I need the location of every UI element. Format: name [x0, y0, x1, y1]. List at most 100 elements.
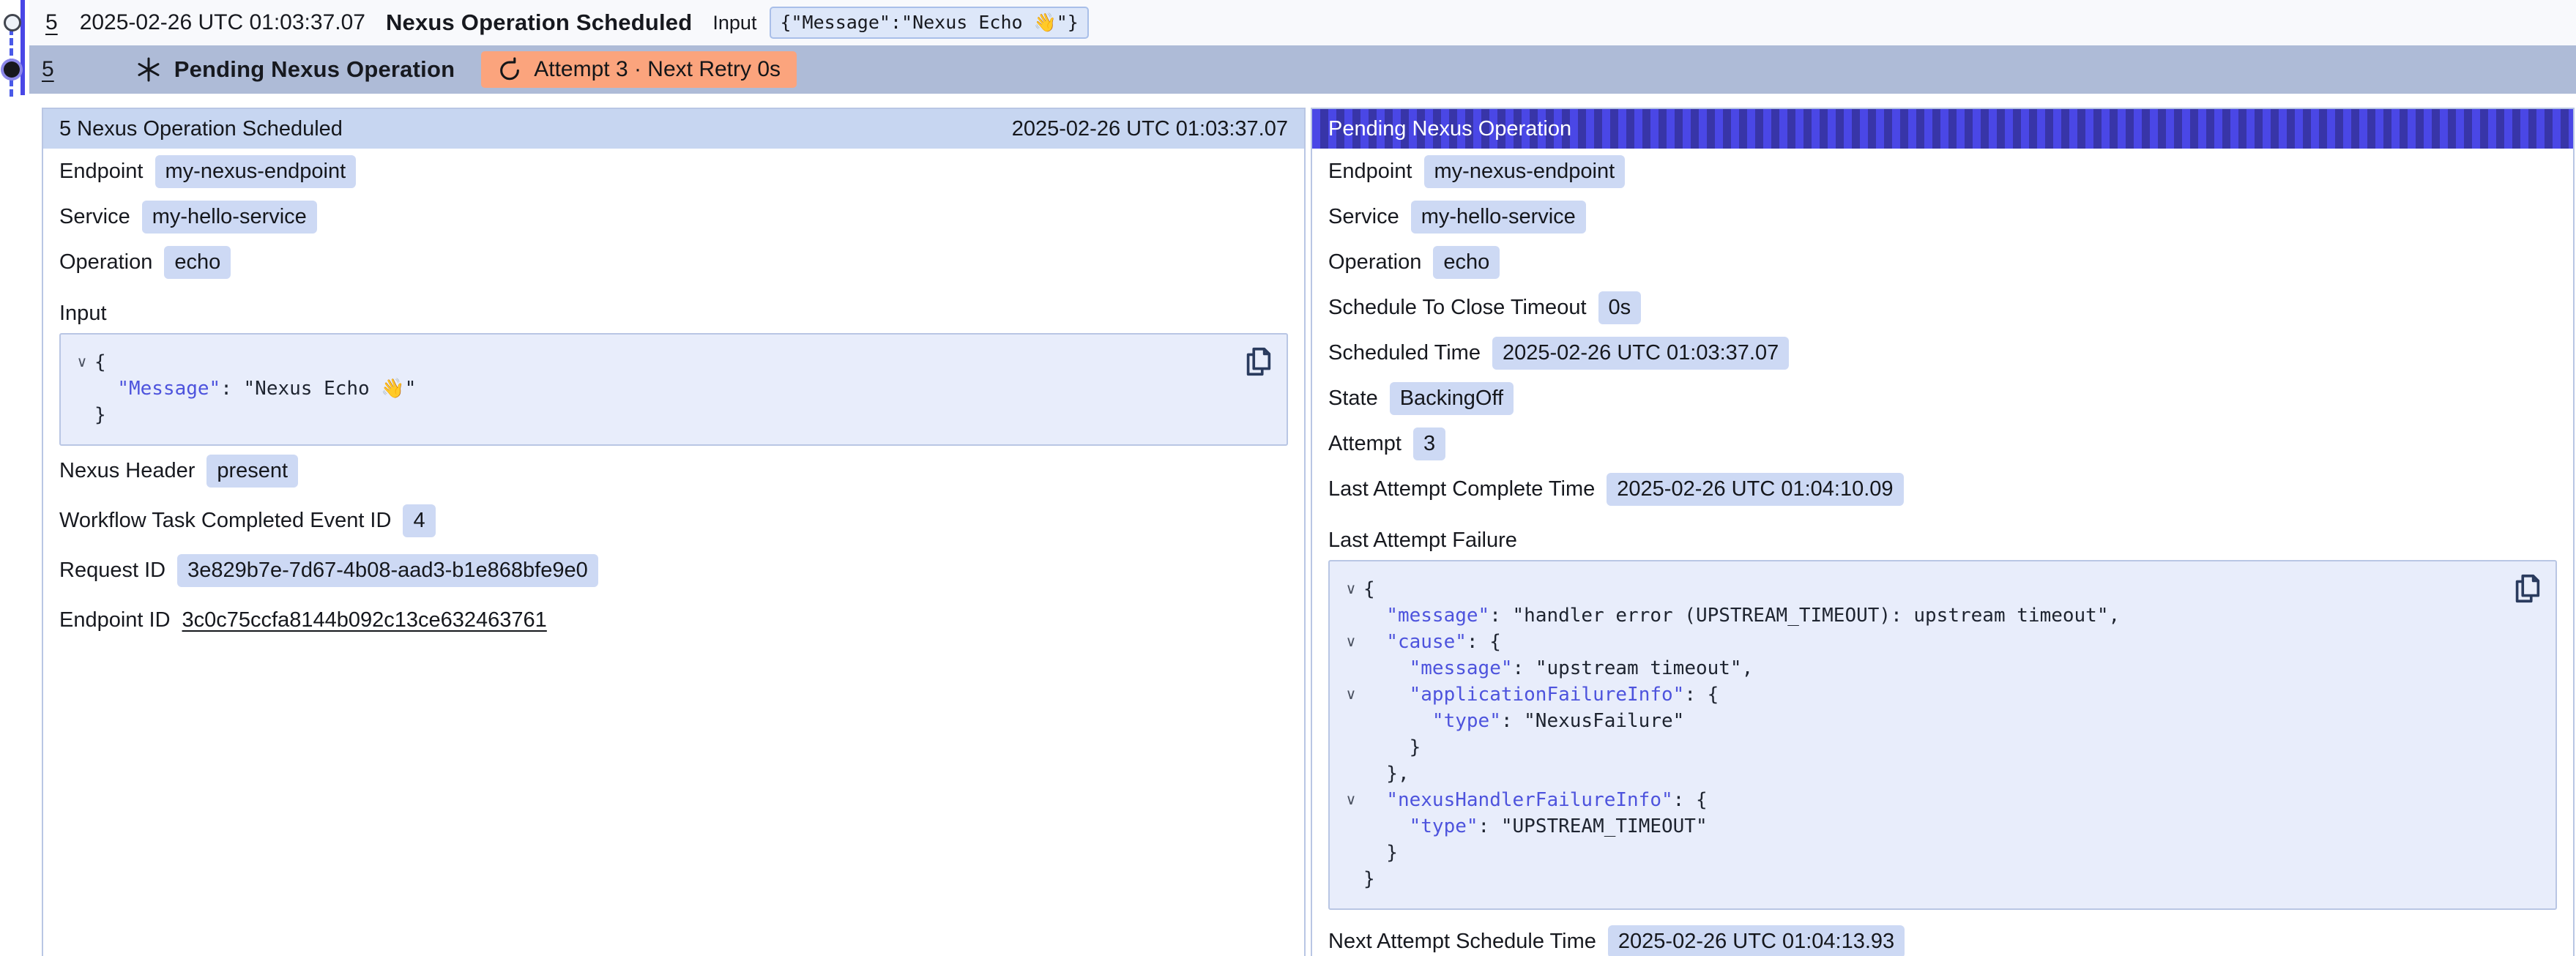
field-row: Operation echo [1312, 239, 2573, 285]
field-row: Endpoint ID 3c0c75ccfa8144b092c13ce63246… [43, 595, 1304, 645]
field-row: Endpoint my-nexus-endpoint [1312, 149, 2573, 194]
panel-title: 5 Nexus Operation Scheduled [59, 117, 343, 141]
field-label: Request ID [59, 559, 165, 583]
field-value-badge: echo [164, 246, 231, 279]
collapse-chevron-icon[interactable]: ∨ [1339, 681, 1363, 708]
field-row: Attempt 3 [1312, 421, 2573, 466]
event-timestamp: 2025-02-26 UTC 01:03:37.07 [80, 10, 365, 35]
field-row: Operation echo [43, 239, 1304, 285]
event-row-pending[interactable]: 5 Pending Nexus Operation Attempt 3 · Ne… [29, 45, 2576, 94]
input-label: Input [712, 12, 756, 34]
field-row: Service my-hello-service [43, 194, 1304, 239]
field-value-badge: 2025-02-26 UTC 01:03:37.07 [1492, 337, 1789, 370]
field-value-badge: my-nexus-endpoint [155, 155, 357, 188]
field-row: Nexus Header present [43, 446, 1304, 496]
field-label: Scheduled Time [1328, 341, 1481, 365]
timeline-rail-line [21, 0, 25, 95]
code-text: "message": "upstream timeout", [1363, 655, 1753, 681]
panel-title: Pending Nexus Operation [1328, 117, 1571, 141]
code-line: ∨{ [70, 349, 1235, 376]
code-text: "type": "NexusFailure" [1363, 708, 1684, 734]
field-label: Service [59, 205, 130, 229]
panel-timestamp: 2025-02-26 UTC 01:03:37.07 [1012, 117, 1288, 141]
field-label: Nexus Header [59, 459, 195, 483]
retry-badge-text: Attempt 3 · Next Retry 0s [534, 57, 781, 82]
code-line: "type": "NexusFailure" [1339, 708, 2504, 734]
field-value-badge: 4 [403, 504, 435, 537]
pending-panel-header: Pending Nexus Operation [1312, 109, 2573, 149]
collapse-chevron-icon[interactable]: ∨ [1339, 576, 1363, 602]
failure-section-label: Last Attempt Failure [1312, 512, 2573, 560]
pending-asterisk-icon [135, 56, 163, 83]
field-label: Last Attempt Complete Time [1328, 477, 1595, 501]
code-line: } [1339, 734, 2504, 761]
field-value-badge: my-hello-service [142, 201, 317, 234]
field-value-badge: my-nexus-endpoint [1424, 155, 1626, 188]
field-value-badge: my-hello-service [1411, 201, 1586, 234]
field-row: Scheduled Time 2025-02-26 UTC 01:03:37.0… [1312, 330, 2573, 376]
field-label: Attempt [1328, 432, 1401, 456]
timeline-active-node-icon [4, 61, 20, 78]
field-row: Next Attempt Schedule Time 2025-02-26 UT… [1312, 919, 2573, 956]
code-text: }, [1363, 761, 1410, 787]
field-label: State [1328, 386, 1378, 411]
code-text: } [1363, 734, 1421, 761]
code-text: { [1363, 576, 1375, 602]
field-row: State BackingOff [1312, 376, 2573, 421]
endpoint-id-link[interactable]: 3c0c75ccfa8144b092c13ce632463761 [182, 608, 547, 632]
collapse-chevron-icon[interactable]: ∨ [70, 349, 94, 376]
retry-status-badge: Attempt 3 · Next Retry 0s [481, 51, 797, 88]
code-text: "type": "UPSTREAM_TIMEOUT" [1363, 813, 1708, 840]
code-text: "message": "handler error (UPSTREAM_TIME… [1363, 602, 2120, 629]
field-value-badge: 2025-02-26 UTC 01:04:13.93 [1608, 925, 1905, 956]
event-title: Nexus Operation Scheduled [386, 10, 692, 36]
field-value-badge: 3e829b7e-7d67-4b08-aad3-b1e868bfe9e0 [177, 554, 598, 587]
field-row: Schedule To Close Timeout 0s [1312, 285, 2573, 330]
code-text: "Message": "Nexus Echo 👋" [94, 376, 416, 402]
copy-icon[interactable] [2509, 570, 2545, 607]
temporal-event-history-view: 5 2025-02-26 UTC 01:03:37.07 Nexus Opera… [0, 0, 2576, 956]
event-id-link[interactable]: 5 [45, 10, 58, 35]
code-text: { [94, 349, 106, 376]
field-value-badge: present [206, 455, 298, 488]
code-text: } [1363, 866, 1375, 892]
field-label: Operation [59, 250, 152, 275]
code-line: "message": "handler error (UPSTREAM_TIME… [1339, 602, 2504, 629]
timeline-open-node-icon [4, 14, 21, 31]
field-row: Workflow Task Completed Event ID 4 [43, 496, 1304, 545]
field-row: Last Attempt Complete Time 2025-02-26 UT… [1312, 466, 2573, 512]
code-line: "type": "UPSTREAM_TIMEOUT" [1339, 813, 2504, 840]
field-label: Endpoint ID [59, 608, 171, 632]
field-label: Operation [1328, 250, 1421, 275]
field-label: Service [1328, 205, 1399, 229]
field-value-badge: BackingOff [1390, 382, 1514, 415]
code-line: "Message": "Nexus Echo 👋" [70, 376, 1235, 402]
field-label: Endpoint [59, 160, 144, 184]
scheduled-panel-header: 5 Nexus Operation Scheduled 2025-02-26 U… [43, 109, 1304, 149]
input-preview-chip: {"Message":"Nexus Echo 👋"} [770, 7, 1088, 39]
field-label: Schedule To Close Timeout [1328, 296, 1587, 320]
scheduled-event-panel: 5 Nexus Operation Scheduled 2025-02-26 U… [42, 108, 1306, 956]
event-id-link[interactable]: 5 [42, 57, 54, 82]
copy-icon[interactable] [1240, 343, 1276, 380]
field-label: Endpoint [1328, 160, 1412, 184]
code-line: } [70, 402, 1235, 428]
event-title: Pending Nexus Operation [174, 56, 455, 83]
code-line: } [1339, 840, 2504, 866]
pending-operation-panel: Pending Nexus Operation Endpoint my-nexu… [1311, 108, 2575, 956]
field-row: Endpoint my-nexus-endpoint [43, 149, 1304, 194]
field-label: Workflow Task Completed Event ID [59, 509, 391, 533]
field-value-badge: 2025-02-26 UTC 01:04:10.09 [1607, 473, 1903, 506]
last-attempt-failure-json-block: ∨{ "message": "handler error (UPSTREAM_T… [1328, 560, 2557, 910]
input-json-block: ∨{ "Message": "Nexus Echo 👋"} [59, 333, 1288, 446]
code-line: "message": "upstream timeout", [1339, 655, 2504, 681]
collapse-chevron-icon[interactable]: ∨ [1339, 787, 1363, 813]
code-line: ∨ "applicationFailureInfo": { [1339, 681, 2504, 708]
event-row-scheduled[interactable]: 5 2025-02-26 UTC 01:03:37.07 Nexus Opera… [29, 0, 2576, 45]
code-text: "cause": { [1363, 629, 1501, 655]
code-line: }, [1339, 761, 2504, 787]
code-line: ∨ "nexusHandlerFailureInfo": { [1339, 787, 2504, 813]
collapse-chevron-icon[interactable]: ∨ [1339, 629, 1363, 655]
code-text: } [1363, 840, 1398, 866]
code-text: } [94, 402, 106, 428]
